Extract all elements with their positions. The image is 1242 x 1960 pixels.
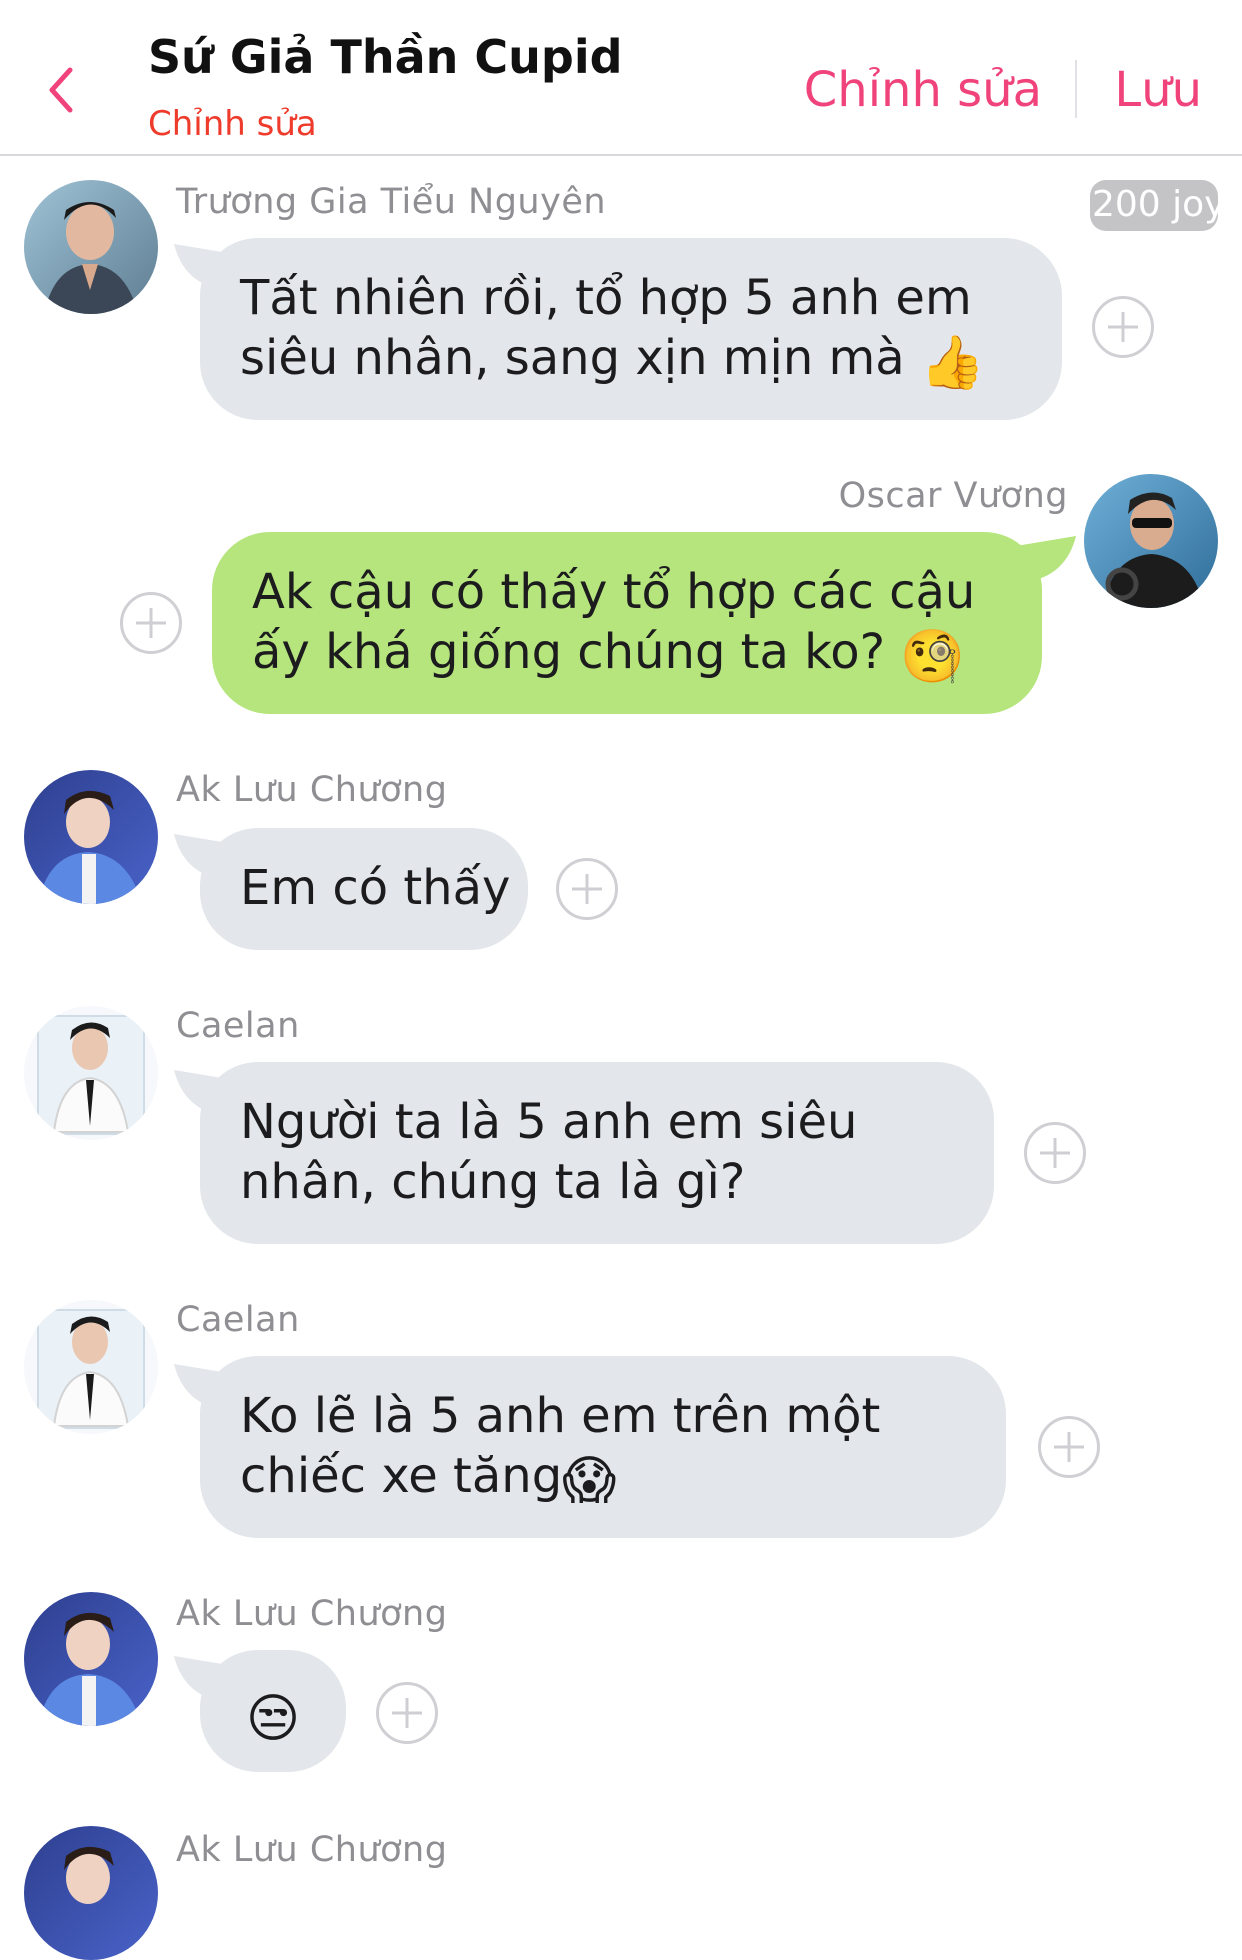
avatar[interactable] xyxy=(24,1826,158,1960)
sender-name: Ak Lưu Chương xyxy=(176,1830,448,1870)
message-row: Ak Lưu Chương xyxy=(0,0,1242,1960)
